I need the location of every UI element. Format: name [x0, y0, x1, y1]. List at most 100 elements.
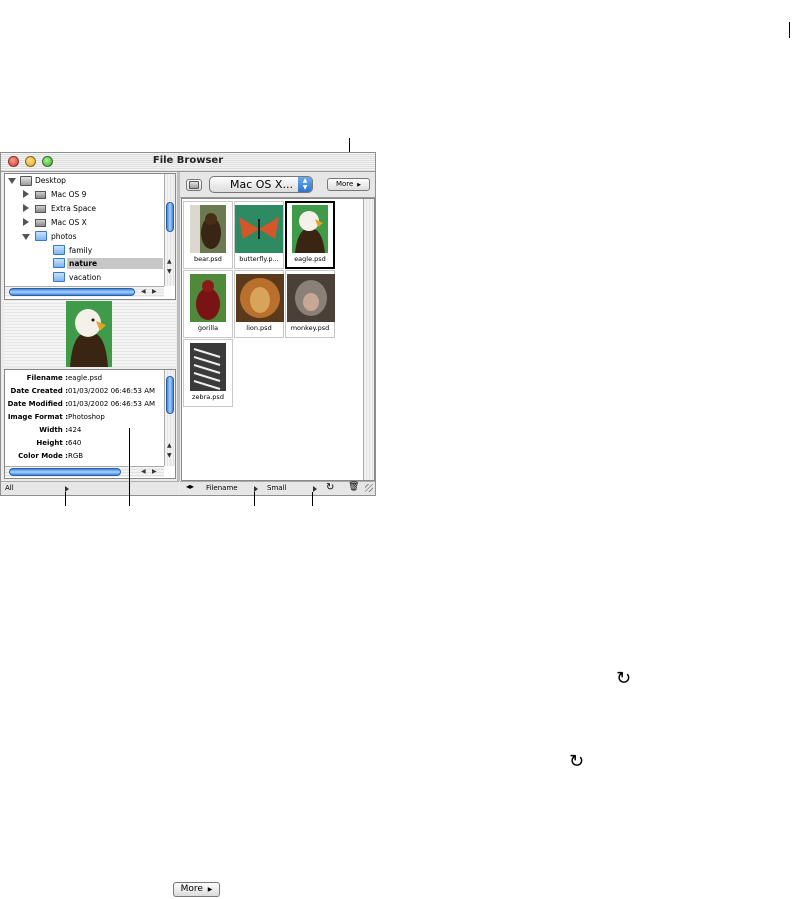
thumbnail-image-bear: [190, 205, 226, 253]
scroll-down-icon[interactable]: ▼: [167, 452, 172, 460]
meta-label-date-modified: Date Modified :: [7, 400, 68, 408]
thumbnail-image-monkey: [287, 274, 335, 322]
up-folder-button[interactable]: [186, 179, 202, 191]
folder-icon: [53, 272, 65, 282]
scroll-thumb[interactable]: [9, 468, 121, 476]
scroll-thumb[interactable]: [166, 202, 174, 232]
thumbnail-zebra[interactable]: zebra.psd: [183, 339, 233, 407]
callout-sort-menu: [254, 492, 255, 506]
sort-by-menu[interactable]: Filename: [206, 484, 238, 492]
file-browser-window: File Browser Desktop Mac OS 9 Extra Spac…: [0, 152, 376, 496]
view-filter-menu[interactable]: All: [5, 484, 14, 492]
thumbnail-caption: gorilla: [197, 324, 219, 332]
meta-label-date-created: Date Created :: [10, 387, 68, 395]
scroll-thumb[interactable]: [166, 376, 174, 414]
preview-pane: [4, 301, 176, 367]
thumbnail-caption: butterfly.p...: [239, 255, 279, 263]
metadata-vertical-scrollbar[interactable]: ▲ ▼: [164, 370, 175, 466]
pane-divider[interactable]: [177, 172, 180, 481]
scroll-right-icon[interactable]: ▶: [152, 288, 157, 296]
meta-value-width: 424: [68, 426, 82, 434]
meta-value-image-format: Photoshop: [68, 413, 105, 421]
tree-item-nature[interactable]: nature: [69, 259, 97, 268]
meta-value-filename: eagle.psd: [68, 374, 103, 382]
disclosure-closed-icon[interactable]: [23, 218, 29, 226]
meta-label-width: Width :: [39, 426, 68, 434]
thumbnail-image-gorilla: [190, 274, 226, 322]
expand-icon[interactable]: ◂▸: [186, 482, 194, 491]
more-button-label: More: [180, 884, 203, 894]
preview-image-eagle: [66, 301, 112, 367]
thumbnail-caption: zebra.psd: [192, 393, 224, 401]
disclosure-open-icon[interactable]: [8, 178, 16, 184]
rotate-icon: ↻: [616, 668, 632, 689]
trash-icon[interactable]: 🗑: [348, 482, 359, 492]
disk-icon: [35, 205, 46, 213]
folder-tree-pane[interactable]: Desktop Mac OS 9 Extra Space Mac OS X ph…: [4, 173, 176, 300]
thumbnail-monkey[interactable]: monkey.psd: [285, 270, 335, 338]
disk-icon: [35, 219, 46, 227]
tree-vertical-scrollbar[interactable]: ▲ ▼: [164, 174, 175, 286]
scroll-down-icon[interactable]: ▼: [167, 268, 172, 276]
meta-label-color-mode: Color Mode :: [18, 452, 68, 460]
thumbnail-image-eagle: [292, 205, 328, 253]
metadata-horizontal-scrollbar[interactable]: ◀ ▶: [5, 466, 164, 477]
thumbnail-image-zebra: [190, 343, 226, 391]
thumbnail-lion[interactable]: lion.psd: [234, 270, 284, 338]
metadata-pane[interactable]: Filename : eagle.psd Date Created : 01/0…: [4, 369, 176, 479]
more-button-label: More: [335, 180, 354, 188]
scroll-left-icon[interactable]: ◀: [141, 468, 146, 476]
meta-value-color-mode: RGB: [68, 452, 84, 460]
tree-item-mac-os-9[interactable]: Mac OS 9: [51, 190, 86, 199]
folder-icon: [20, 176, 32, 186]
tree-item-desktop[interactable]: Desktop: [35, 176, 66, 185]
disclosure-closed-icon[interactable]: [23, 204, 29, 212]
location-select[interactable]: Mac OS X... ▲ ▼: [209, 176, 313, 193]
thumbnail-caption: monkey.psd: [290, 324, 330, 332]
tree-item-extra-space[interactable]: Extra Space: [51, 204, 96, 213]
scroll-up-icon[interactable]: ▲: [167, 442, 172, 450]
thumbnails-pane[interactable]: bear.psd butterfly.p... eagle.psd gorill…: [181, 198, 375, 481]
meta-value-date-created: 01/03/2002 06:46:53 AM: [68, 387, 156, 395]
meta-value-height: 640: [68, 439, 82, 447]
thumbnails-vertical-scrollbar[interactable]: [363, 199, 374, 480]
more-button[interactable]: More ▶: [327, 178, 370, 191]
tree-item-photos[interactable]: photos: [51, 232, 77, 241]
rotate-icon[interactable]: ↻: [326, 482, 334, 493]
resize-grip-icon[interactable]: [365, 484, 373, 492]
right-status-bar: ◂▸ Filename Small ↻ 🗑: [180, 481, 375, 495]
triangle-right-icon: ▶: [355, 182, 362, 188]
menu-triangle-icon[interactable]: [313, 486, 317, 492]
scroll-left-icon[interactable]: ◀: [141, 288, 146, 296]
location-select-value: Mac OS X...: [230, 178, 293, 191]
thumbnail-eagle[interactable]: eagle.psd: [285, 201, 335, 269]
thumbnail-gorilla[interactable]: gorilla: [183, 270, 233, 338]
thumbnail-butterfly[interactable]: butterfly.p...: [234, 201, 284, 269]
rotate-icon: ↻: [569, 751, 585, 772]
more-button[interactable]: More ▶: [173, 882, 220, 897]
title-bar[interactable]: File Browser: [1, 153, 375, 172]
tree-item-vacation[interactable]: vacation: [69, 273, 101, 282]
scroll-thumb[interactable]: [9, 288, 135, 296]
tree-horizontal-scrollbar[interactable]: ◀ ▶: [5, 286, 164, 297]
folder-icon: [53, 245, 65, 255]
disk-icon: [35, 191, 46, 199]
callout-size-menu: [312, 492, 313, 506]
callout-view-menu: [65, 492, 66, 506]
thumbnail-caption: eagle.psd: [294, 255, 326, 263]
window-title: File Browser: [152, 155, 224, 166]
meta-value-date-modified: 01/03/2002 06:46:53 AM: [68, 400, 156, 408]
scroll-up-icon[interactable]: ▲: [167, 258, 172, 266]
left-status-bar: All: [1, 481, 179, 495]
thumbnail-image-butterfly: [235, 205, 283, 253]
disclosure-closed-icon[interactable]: [23, 190, 29, 198]
thumbnail-caption: lion.psd: [246, 324, 272, 332]
folder-icon: [53, 258, 65, 268]
page-edge-mark: [789, 22, 790, 38]
thumbnail-bear[interactable]: bear.psd: [183, 201, 233, 269]
tree-item-mac-os-x[interactable]: Mac OS X: [51, 218, 87, 227]
scroll-right-icon[interactable]: ▶: [152, 468, 157, 476]
tree-item-family[interactable]: family: [69, 246, 92, 255]
disclosure-open-icon[interactable]: [22, 234, 30, 240]
view-size-menu[interactable]: Small: [267, 484, 286, 492]
